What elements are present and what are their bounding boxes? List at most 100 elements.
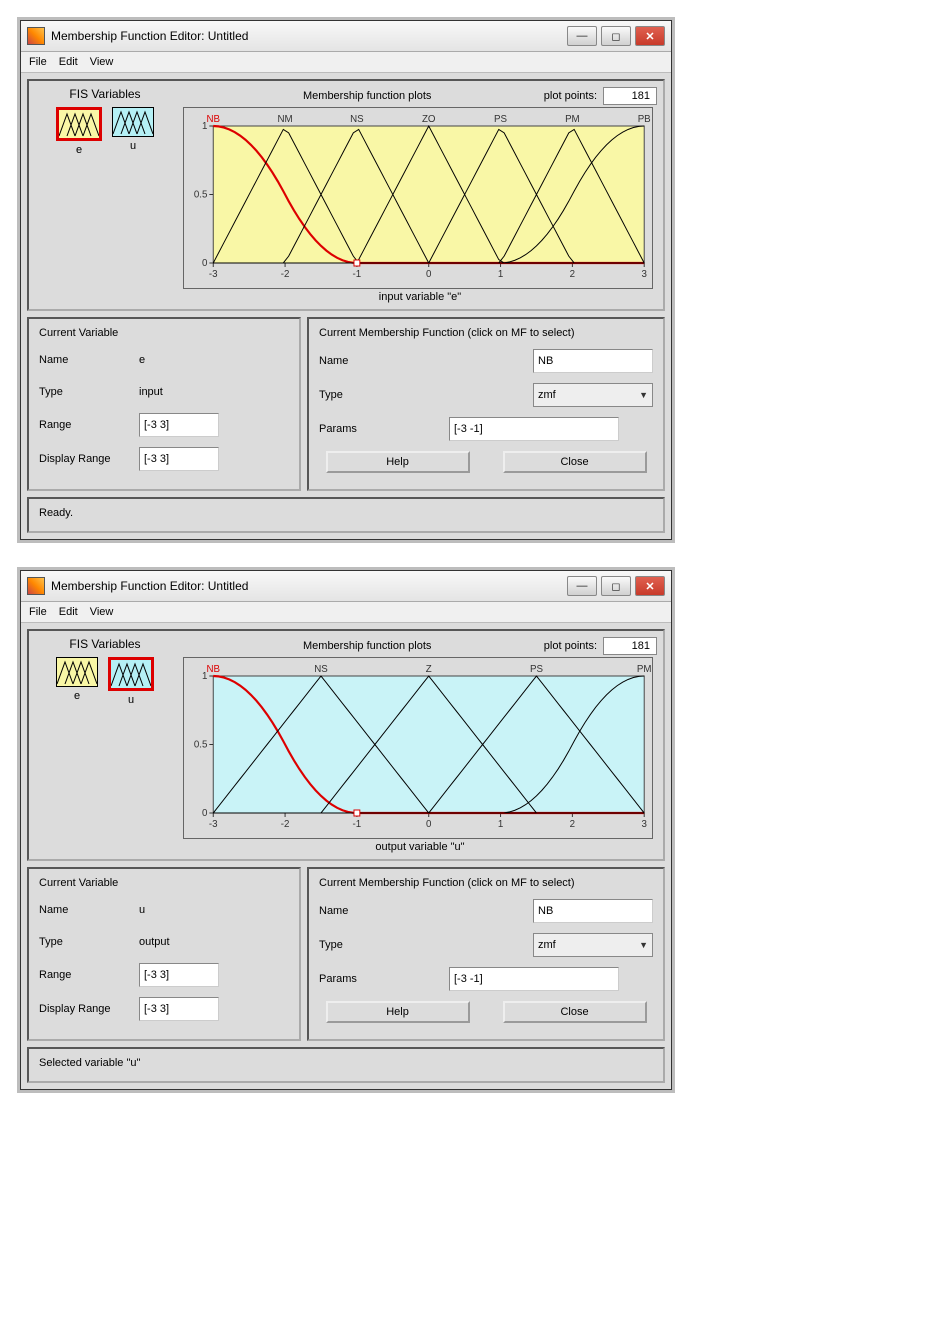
maximize-button[interactable]: ◻ [601,26,631,46]
fis-variable-e[interactable]: e [56,657,98,706]
top-panel: FIS Variables e u [27,629,665,861]
plot-points-input[interactable]: 181 [603,637,657,655]
svg-text:0: 0 [426,269,432,280]
svg-text:2: 2 [570,819,575,830]
mf-editor-window: Membership Function Editor: Untitled — ◻… [20,570,672,1090]
menu-view[interactable]: View [90,56,114,68]
plot-points-label: plot points: [544,640,597,652]
var-range-input[interactable] [139,413,219,437]
window-controls: — ◻ ✕ [567,26,665,46]
svg-text:-1: -1 [353,269,362,280]
fis-variable-icon[interactable] [112,107,154,137]
svg-text:-2: -2 [281,269,290,280]
svg-text:Z: Z [426,664,432,675]
svg-text:1: 1 [498,819,503,830]
var-type-value: input [139,386,163,398]
menu-file[interactable]: File [29,56,47,68]
help-button[interactable]: Help [326,1001,470,1023]
close-button[interactable]: ✕ [635,576,665,596]
current-variable-panel: Current Variable Namee Typeinput Range D… [27,317,301,491]
var-name-label: Name [39,354,139,366]
fis-variable-e[interactable]: e [56,107,102,156]
var-range-input[interactable] [139,963,219,987]
plot-panel: Membership function plots plot points: 1… [183,637,657,853]
minimize-button[interactable]: — [567,26,597,46]
fis-variable-label: e [56,690,98,702]
var-display-range-label: Display Range [39,1003,139,1015]
fis-variable-label: e [56,144,102,156]
matlab-icon [27,577,45,595]
mf-type-select[interactable]: zmf▼ [533,383,653,407]
mf-name-input[interactable] [533,899,653,923]
svg-text:NB: NB [206,664,220,675]
mf-name-label: Name [319,355,419,367]
svg-text:NB: NB [206,114,220,125]
fis-variable-icon[interactable] [108,657,154,691]
mf-params-label: Params [319,973,419,985]
svg-text:3: 3 [641,269,647,280]
mf-params-input[interactable] [449,417,619,441]
top-panel: FIS Variables e u [27,79,665,311]
current-mf-panel: Current Membership Function (click on MF… [307,317,665,491]
plot-panel: Membership function plots plot points: 1… [183,87,657,303]
close-button-panel[interactable]: Close [503,1001,647,1023]
var-name-value: e [139,354,145,366]
mf-name-label: Name [319,905,419,917]
var-display-range-input[interactable] [139,447,219,471]
close-button[interactable]: ✕ [635,26,665,46]
matlab-icon [27,27,45,45]
svg-text:-3: -3 [209,269,218,280]
plot-axis-label: output variable "u" [183,841,657,853]
current-mf-panel: Current Membership Function (click on MF… [307,867,665,1041]
plot-axis-label: input variable "e" [183,291,657,303]
chevron-down-icon: ▼ [639,390,648,400]
fis-variable-u[interactable]: u [108,657,154,706]
fis-variable-label: u [112,140,154,152]
svg-text:0: 0 [202,258,208,269]
mf-editor-window: Membership Function Editor: Untitled — ◻… [20,20,672,540]
fis-variables-panel: FIS Variables e u [35,637,175,853]
var-range-label: Range [39,419,139,431]
menu-view[interactable]: View [90,606,114,618]
mf-plot[interactable]: -3-2-1012300.51NBNMNSZOPSPMPB [183,107,653,289]
status-bar: Selected variable "u" [27,1047,665,1083]
fis-variable-u[interactable]: u [112,107,154,156]
svg-text:3: 3 [641,819,647,830]
fis-variable-icon[interactable] [56,657,98,687]
mf-plot[interactable]: -3-2-1012300.51NBNSZPSPM [183,657,653,839]
var-display-range-input[interactable] [139,997,219,1021]
menu-edit[interactable]: Edit [59,606,78,618]
menubar: File Edit View [21,52,671,73]
status-bar: Ready. [27,497,665,533]
minimize-button[interactable]: — [567,576,597,596]
current-mf-title: Current Membership Function (click on MF… [319,877,653,889]
mf-name-input[interactable] [533,349,653,373]
svg-text:PS: PS [530,664,543,675]
var-name-value: u [139,904,145,916]
mf-params-input[interactable] [449,967,619,991]
menubar: File Edit View [21,602,671,623]
plot-header-label: Membership function plots [303,90,431,102]
fis-variable-icon[interactable] [56,107,102,141]
plot-points-label: plot points: [544,90,597,102]
menu-file[interactable]: File [29,606,47,618]
fis-variables-title: FIS Variables [35,87,175,101]
var-type-label: Type [39,936,139,948]
svg-text:-1: -1 [353,819,362,830]
plot-points-input[interactable]: 181 [603,87,657,105]
titlebar[interactable]: Membership Function Editor: Untitled — ◻… [21,571,671,602]
help-button[interactable]: Help [326,451,470,473]
svg-text:0.5: 0.5 [194,739,208,750]
titlebar[interactable]: Membership Function Editor: Untitled — ◻… [21,21,671,52]
var-type-value: output [139,936,170,948]
menu-edit[interactable]: Edit [59,56,78,68]
maximize-button[interactable]: ◻ [601,576,631,596]
close-button-panel[interactable]: Close [503,451,647,473]
svg-text:PS: PS [494,114,507,125]
svg-text:PM: PM [637,664,652,675]
svg-text:PM: PM [565,114,580,125]
mf-type-select[interactable]: zmf▼ [533,933,653,957]
svg-text:NM: NM [278,114,293,125]
svg-text:-3: -3 [209,819,218,830]
fis-variable-label: u [108,694,154,706]
